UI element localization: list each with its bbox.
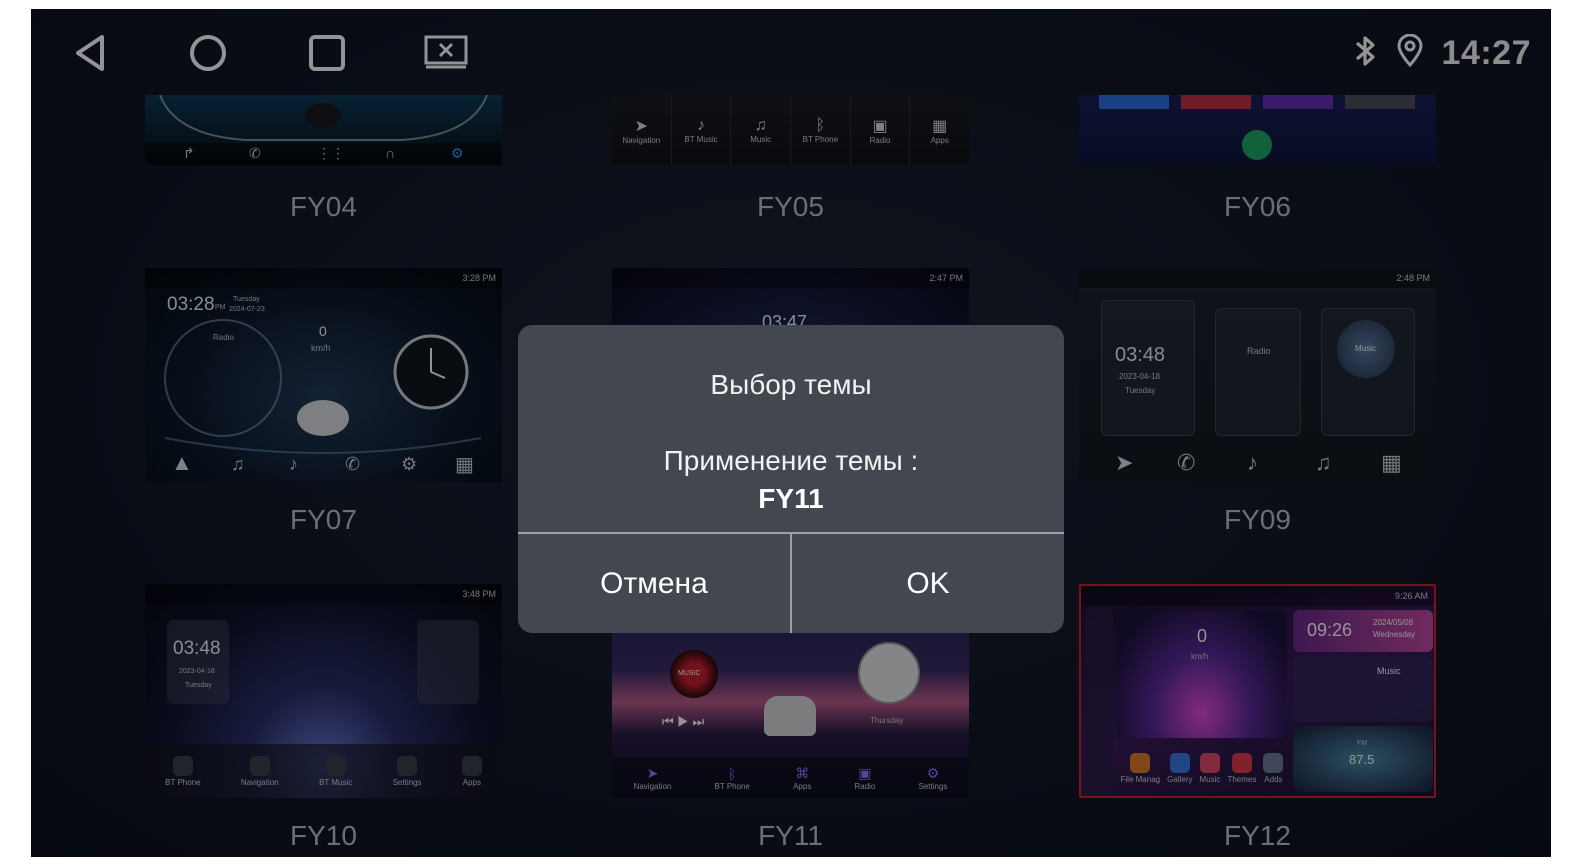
cancel-button[interactable]: Отмена bbox=[518, 534, 790, 633]
dialog-theme-name: FY11 bbox=[758, 483, 824, 514]
dialog-message: Применение темы : bbox=[663, 445, 919, 476]
launcher-screen: 14:27 ↱ ✆ ⋮⋮ ∩ ⚙ FY04 ➤ Navigation ♪ BT Mu… bbox=[31, 9, 1551, 857]
theme-confirm-dialog: Выбор темы Применение темы : FY11 Отмена… bbox=[518, 325, 1064, 633]
dialog-title: Выбор темы bbox=[710, 369, 872, 400]
ok-button[interactable]: OK bbox=[792, 534, 1064, 633]
